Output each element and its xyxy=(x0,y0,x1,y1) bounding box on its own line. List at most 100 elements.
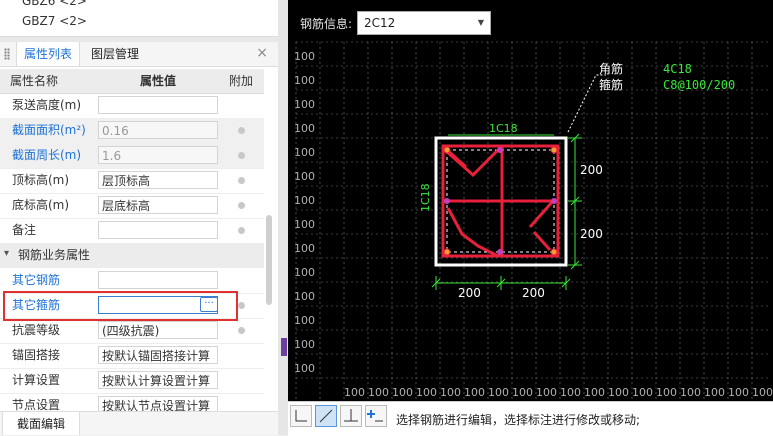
attach-radio[interactable] xyxy=(238,327,245,334)
grid-label: 100 xyxy=(294,50,315,63)
rebar-point[interactable] xyxy=(497,147,503,153)
grid-label: 100 xyxy=(656,386,677,399)
property-value-input[interactable]: 0.16 xyxy=(98,121,218,139)
property-label: 抗震等级 xyxy=(12,323,61,337)
table-header: 属性名称 属性值 附加 xyxy=(0,69,264,94)
property-label: 锚固搭接 xyxy=(12,348,61,362)
grid-label: 100 xyxy=(344,386,365,399)
property-value-input[interactable] xyxy=(98,221,218,239)
corner-rebar-value[interactable]: 4C18 xyxy=(663,62,692,76)
property-value-input[interactable]: 层底标高 xyxy=(98,196,218,214)
grid-label: 100 xyxy=(294,146,315,159)
grid-label: 100 xyxy=(440,386,461,399)
property-label: 底标高(m) xyxy=(12,198,70,212)
divider-marker xyxy=(281,338,287,356)
diamond-tie-top[interactable] xyxy=(445,148,500,178)
dim-right-bottom[interactable]: 200 xyxy=(580,227,603,241)
table-row: 底标高(m) 层底标高 xyxy=(0,193,264,219)
grid-label: 100 xyxy=(294,242,315,255)
property-label: 备注 xyxy=(12,223,37,237)
grid-label: 100 xyxy=(294,362,315,375)
status-text: 选择钢筋进行编辑，选择标注进行修改或移动; xyxy=(396,413,641,427)
attach-radio[interactable] xyxy=(238,177,245,184)
baseline-icon[interactable] xyxy=(340,405,362,427)
property-value-input[interactable]: 1.6 xyxy=(98,146,218,164)
hook-right[interactable] xyxy=(528,200,555,228)
section-drawing[interactable]: 1001001001001001001001001001001001001001… xyxy=(288,0,773,401)
bottom-tabbar: 截面编辑 xyxy=(0,411,278,435)
property-value-input[interactable]: 按默认锚固搭接计算 xyxy=(98,346,218,364)
tree-item-gbz6[interactable]: GBZ6 <2> xyxy=(22,0,87,8)
rebar-point[interactable] xyxy=(550,146,558,154)
property-label: 顶标高(m) xyxy=(12,173,70,187)
highlight-box xyxy=(3,291,238,321)
property-value-input[interactable] xyxy=(98,271,218,289)
attach-radio[interactable] xyxy=(238,152,245,159)
rebar-point[interactable] xyxy=(443,146,451,154)
stirrup-label: 箍筋 xyxy=(599,77,623,92)
grid-label: 100 xyxy=(368,386,389,399)
grid-label: 100 xyxy=(294,98,315,111)
expand-arrow-icon[interactable]: ▾ xyxy=(4,248,9,259)
dimension-right[interactable] xyxy=(568,133,582,270)
dim-right-top[interactable]: 200 xyxy=(580,163,603,177)
grid-label: 100 xyxy=(584,386,605,399)
attach-radio[interactable] xyxy=(238,302,245,309)
property-label: 泵送高度(m) xyxy=(12,98,82,112)
side-rebar-label[interactable]: 1C18 xyxy=(419,183,432,212)
grid-label: 100 xyxy=(728,386,749,399)
dimension-bottom[interactable] xyxy=(431,276,571,290)
diagonal-line-icon[interactable] xyxy=(315,405,337,427)
corner-line-icon[interactable] xyxy=(290,405,312,427)
tree-item-gbz7[interactable]: GBZ7 <2> xyxy=(22,14,87,28)
rebar-info-label: 钢筋信息: xyxy=(300,17,353,31)
rebar-point[interactable] xyxy=(444,198,450,204)
tab-section-edit[interactable]: 截面编辑 xyxy=(2,412,81,435)
drag-handle-icon[interactable] xyxy=(4,48,10,60)
corner-rebar-label: 角筋 xyxy=(599,61,623,76)
grid-label: 100 xyxy=(536,386,557,399)
attach-radio[interactable] xyxy=(238,227,245,234)
attach-radio[interactable] xyxy=(238,127,245,134)
chevron-down-icon[interactable]: ▼ xyxy=(478,12,484,34)
property-label: 其它钢筋 xyxy=(12,273,61,287)
grid-label: 100 xyxy=(294,314,315,327)
table-row: 计算设置 按默认计算设置计算 xyxy=(0,368,264,394)
hook-bottom-right[interactable] xyxy=(532,231,552,251)
group-rebar-properties[interactable]: ▾ 钢筋业务属性 xyxy=(0,243,264,268)
scrollbar-thumb[interactable] xyxy=(266,215,272,305)
tab-properties[interactable]: 属性列表 xyxy=(16,42,81,66)
grid-label: 100 xyxy=(294,74,315,87)
panel-divider[interactable] xyxy=(278,0,288,435)
rebar-point[interactable] xyxy=(551,198,557,204)
diamond-tie-bottom[interactable] xyxy=(446,207,499,258)
property-value-input[interactable] xyxy=(98,96,218,114)
panel-tabs: 属性列表 图层管理 × xyxy=(0,42,278,67)
rebar-info-select[interactable]: 2C12 ▼ xyxy=(357,11,491,35)
rebar-point[interactable] xyxy=(550,248,558,256)
rebar-point[interactable] xyxy=(443,248,451,256)
stirrup-value[interactable]: C8@100/200 xyxy=(663,78,735,92)
rebar-point[interactable] xyxy=(497,249,503,255)
grid-label: 100 xyxy=(294,218,315,231)
tab-layers[interactable]: 图层管理 xyxy=(84,42,146,66)
top-rebar-label[interactable]: 1C18 xyxy=(489,122,518,135)
group-label: 钢筋业务属性 xyxy=(18,248,91,262)
table-row: 锚固搭接 按默认锚固搭接计算 xyxy=(0,343,264,369)
property-value-input[interactable]: 按默认计算设置计算 xyxy=(98,371,218,389)
property-value-input[interactable]: (四级抗震) xyxy=(98,321,218,339)
dim-bottom-left[interactable]: 200 xyxy=(458,286,481,300)
property-label: 截面周长(m) xyxy=(12,148,82,162)
property-value-input[interactable]: 层顶标高 xyxy=(98,171,218,189)
grid-label: 100 xyxy=(632,386,653,399)
close-icon[interactable]: × xyxy=(256,45,268,61)
drawing-canvas[interactable]: 100 100 100 100 100 100 100 100 100 100 100 100 100 1… xyxy=(288,0,773,436)
grid-label: 100 xyxy=(560,386,581,399)
grid-label: 100 xyxy=(704,386,725,399)
dim-bottom-right[interactable]: 200 xyxy=(522,286,545,300)
add-point-icon[interactable] xyxy=(365,405,387,427)
attach-radio[interactable] xyxy=(238,202,245,209)
grid-label: 100 xyxy=(294,122,315,135)
header-extra: 附加 xyxy=(229,74,254,88)
table-row: 截面周长(m) 1.6 xyxy=(0,143,264,169)
